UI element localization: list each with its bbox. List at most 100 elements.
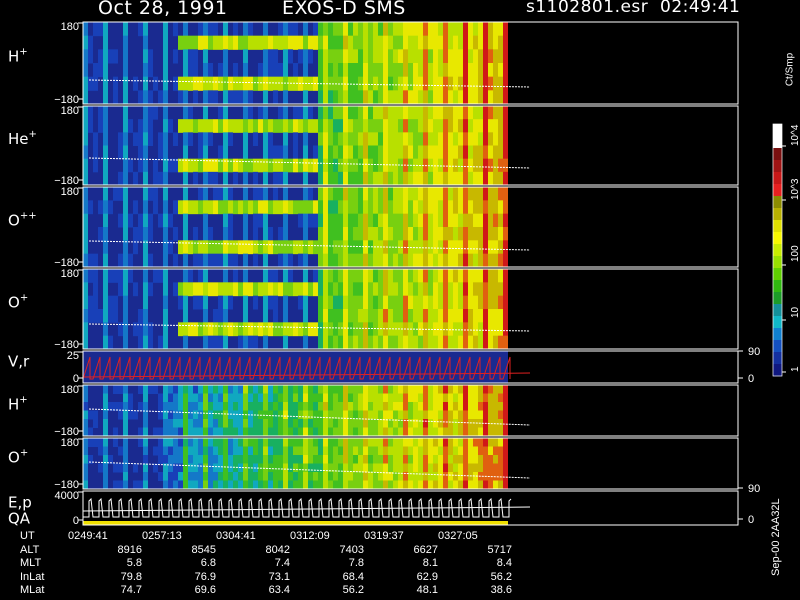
spectrogram-cell [498, 253, 503, 268]
spectrogram-cell [273, 119, 278, 133]
spectrogram-cell [143, 158, 148, 173]
ephemeris-row-alt: ALT 8916 8545 8042 7403 6627 5717 [6, 544, 512, 558]
spectrogram-cell [83, 282, 88, 297]
spectrogram-cell [88, 295, 93, 310]
spectrogram-cell [338, 402, 343, 411]
spectrogram-cell [393, 35, 398, 50]
spectrogram-cell [338, 393, 343, 403]
spectrogram-cell [238, 240, 243, 255]
spectrogram-cell [213, 438, 218, 447]
spectrogram-cell [438, 427, 443, 437]
spectrogram-cell [118, 385, 123, 394]
spectrogram-cell [358, 438, 363, 447]
spectrogram-cell [253, 119, 258, 133]
spectrogram-cell [273, 438, 278, 447]
spectrogram-cell [368, 480, 373, 490]
spectrogram-cell [153, 76, 158, 91]
spectrogram-cell [218, 187, 223, 201]
spectrogram-cell [328, 480, 333, 490]
spectrogram-cell [323, 132, 328, 146]
spectrogram-cell [188, 132, 193, 146]
spectrogram-cell [288, 35, 293, 50]
spectrogram-cell [298, 410, 303, 420]
spectrogram-cell [143, 480, 148, 490]
spectrogram-cell [223, 438, 228, 447]
spectrogram-cell [458, 427, 463, 437]
spectrogram-cell [368, 410, 373, 420]
spectrogram-cell [198, 119, 203, 133]
spectrogram-cell [348, 385, 353, 394]
spectrogram-cell [343, 158, 348, 173]
spectrogram-cell [278, 106, 283, 120]
spectrogram-cell [388, 335, 393, 350]
spectrogram-cell [83, 322, 88, 337]
spectrogram-cell [498, 240, 503, 255]
spectrogram-cell [88, 438, 93, 447]
spectrogram-cell [473, 132, 478, 146]
spectrogram-cell [468, 419, 473, 428]
spectrogram-cell [373, 282, 378, 297]
spectrogram-cell [153, 187, 158, 201]
spectrogram-cell [293, 282, 298, 297]
spectrogram-cell [433, 49, 438, 64]
spectrogram-cell [118, 480, 123, 490]
spectrogram-cell [233, 269, 238, 283]
spectrogram-cell [398, 76, 403, 91]
spectrogram-cell [143, 171, 148, 186]
spectrogram-cell [323, 213, 328, 228]
spectrogram-cell [243, 35, 248, 50]
colorbar-segment [773, 148, 782, 161]
spectrogram-cell [368, 106, 373, 120]
spectrogram-cell [173, 402, 178, 411]
spectrogram-cell [103, 76, 108, 91]
spectrogram-cell [473, 227, 478, 241]
spectrogram-cell [473, 385, 478, 394]
spectrogram-cell [393, 158, 398, 173]
spectrogram-cell [283, 295, 288, 310]
spectrogram-cell [488, 76, 493, 91]
spectrogram-cell [293, 472, 298, 481]
spectrogram-cell [418, 253, 423, 268]
spectrogram-cell [108, 200, 113, 215]
spectrogram-cell [398, 480, 403, 490]
spectrogram-cell [483, 49, 488, 64]
spectrogram-cell [413, 269, 418, 283]
spectrogram-cell [428, 295, 433, 310]
spectrogram-cell [113, 427, 118, 437]
spectrogram-cell [358, 455, 363, 464]
spectrogram-cell [303, 419, 308, 428]
spectrogram-cell [93, 419, 98, 428]
spectrogram-cell [183, 253, 188, 268]
spectrogram-cell [383, 106, 388, 120]
spectrogram-cell [373, 227, 378, 241]
spectrogram-cell [368, 472, 373, 481]
ephemeris-value: 69.6 [194, 584, 216, 597]
spectrogram-cell [373, 269, 378, 283]
spectrogram-cell [448, 295, 453, 310]
spectrogram-cell [388, 385, 393, 394]
spectrogram-cell [283, 187, 288, 201]
spectrogram-cell [473, 119, 478, 133]
spectrogram-cell [193, 480, 198, 490]
spectrogram-cell [178, 419, 183, 428]
spectrogram-cell [118, 446, 123, 456]
spectrogram-cell [218, 455, 223, 464]
spectrogram-cell [223, 63, 228, 78]
spectrogram-cell [103, 171, 108, 186]
spectrogram-cell [468, 22, 473, 37]
spectrogram-cell [153, 106, 158, 120]
spectrogram-cell [233, 282, 238, 297]
spectrogram-cell [418, 463, 423, 473]
spectrogram-cell [208, 119, 213, 133]
spectrogram-cell [128, 213, 133, 228]
spectrogram-cell [408, 145, 413, 160]
ephemeris-value: 5.8 [126, 557, 142, 570]
spectrogram-cell [348, 480, 353, 490]
spectrogram-cell [313, 240, 318, 255]
spectrogram-cell [343, 419, 348, 428]
spectrogram-cell [353, 253, 358, 268]
spectrogram-cell [498, 438, 503, 447]
spectrogram-cell [318, 410, 323, 420]
spectrogram-cell [198, 455, 203, 464]
spectrogram-cell [208, 385, 213, 394]
